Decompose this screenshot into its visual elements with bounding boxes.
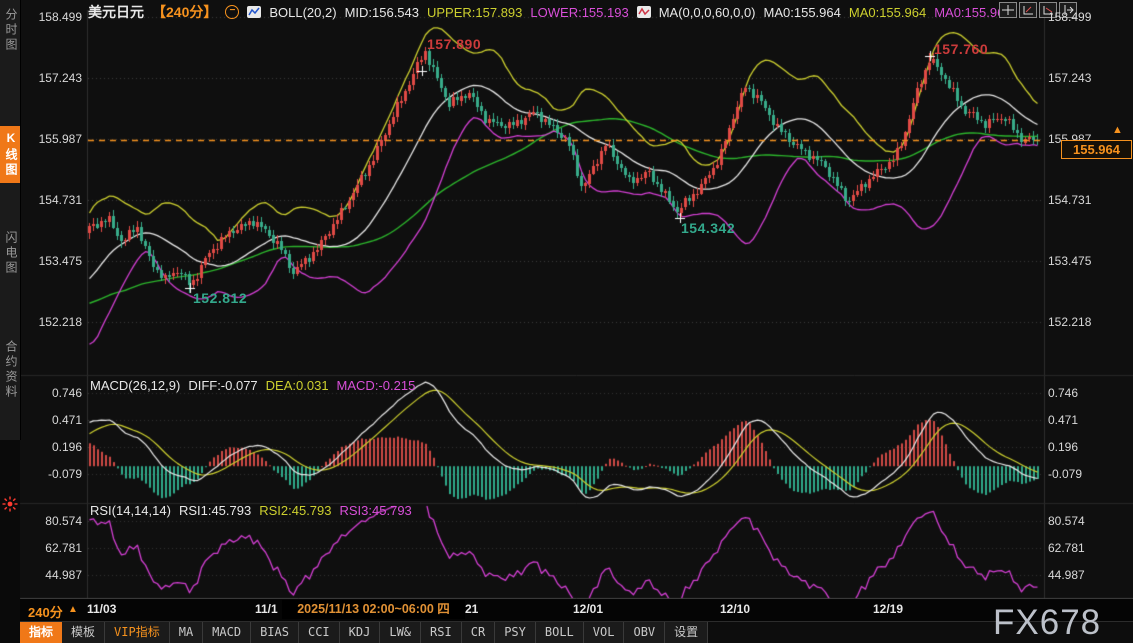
macd-axis-right-label-1: 0.471 (1048, 412, 1108, 428)
rsi-axis-right-label-2: 44.987 (1048, 567, 1108, 583)
candle-time-tooltip: 2025/11/13 02:00~06:00 四 (282, 600, 465, 619)
rsi3-value: RSI3:45.793 (340, 503, 412, 518)
macd-axis-left-label-3: -0.079 (26, 466, 82, 482)
candlestick-chart[interactable] (0, 0, 1133, 643)
toolbar-item-MACD[interactable]: MACD (203, 622, 251, 643)
annotation-low-2: 154.342 (681, 220, 735, 236)
annotation-low-1: 152.812 (193, 290, 247, 306)
toolbar-item-CR[interactable]: CR (462, 622, 495, 643)
rsi-axis-right-label-0: 80.574 (1048, 513, 1108, 529)
collapse-icon[interactable]: − (225, 5, 239, 19)
macd-axis-right-label-3: -0.079 (1048, 466, 1108, 482)
xaxis-label-5: 12/19 (873, 602, 903, 616)
ma0-value-1: MA0:155.964 (764, 5, 841, 20)
sidebar-tab-2[interactable]: K线图 (0, 126, 20, 183)
macd-axis-left-label-2: 0.196 (26, 439, 82, 455)
main-axis-left-label-2: 155.987 (26, 131, 82, 147)
period-label[interactable]: 240分 (28, 602, 63, 621)
toolbar-item-模板[interactable]: 模板 (62, 622, 105, 643)
xaxis-label-1: 11/1 (255, 602, 278, 616)
rsi-legend: RSI(14,14,14) RSI1:45.793 RSI2:45.793 RS… (90, 503, 412, 518)
rsi-axis-right-label-1: 62.781 (1048, 540, 1108, 556)
toolbar-item-设置[interactable]: 设置 (665, 622, 708, 643)
ma-chart-icon[interactable] (637, 6, 651, 18)
rsi-axis-left-label-2: 44.987 (26, 567, 82, 583)
toolbar-item-BOLL[interactable]: BOLL (536, 622, 584, 643)
main-axis-left-label-5: 152.218 (26, 314, 82, 330)
ma-label: MA(0,0,0,60,0,0) (659, 5, 756, 20)
macd-title: MACD(26,12,9) (90, 378, 180, 393)
sidebar-tab-3[interactable]: 闪电图 (0, 231, 20, 276)
zoom-axis-left-icon[interactable] (1019, 2, 1037, 18)
fx678-watermark: FX678 (993, 603, 1101, 643)
xaxis-label-0: 11/03 (87, 602, 116, 616)
current-price-box: 155.964 (1061, 140, 1132, 159)
indicator-toolbar: 指标模板VIP指标MAMACDBIASCCIKDJLW&RSICRPSYBOLL… (20, 621, 1133, 643)
macd-dea-value: DEA:0.031 (266, 378, 329, 393)
xaxis-label-4: 12/10 (720, 602, 750, 616)
toolbar-item-KDJ[interactable]: KDJ (340, 622, 381, 643)
macd-value: MACD:-0.215 (337, 378, 416, 393)
macd-axis-left-label-0: 0.746 (26, 385, 82, 401)
main-axis-right-label-4: 153.475 (1048, 253, 1108, 269)
main-axis-left-label-3: 154.731 (26, 192, 82, 208)
annotation-high-2: 157.760 (934, 41, 988, 57)
main-axis-right-label-0: 158.499 (1048, 9, 1108, 25)
rsi-title: RSI(14,14,14) (90, 503, 171, 518)
main-axis-right-label-5: 152.218 (1048, 314, 1108, 330)
toolbar-item-指标[interactable]: 指标 (20, 622, 62, 643)
rsi2-value: RSI2:45.793 (259, 503, 331, 518)
alert-flash-icon[interactable] (2, 496, 18, 512)
boll-label: BOLL(20,2) (269, 5, 336, 20)
toolbar-item-OBV[interactable]: OBV (624, 622, 665, 643)
sidebar-tab-4[interactable]: 合约资料 (0, 340, 20, 400)
main-axis-right-label-3: 154.731 (1048, 192, 1108, 208)
boll-upper-value: UPPER:157.893 (427, 5, 522, 20)
rsi1-value: RSI1:45.793 (179, 503, 251, 518)
toolbar-item-VOL[interactable]: VOL (584, 622, 625, 643)
macd-diff-value: DIFF:-0.077 (188, 378, 257, 393)
period-up-arrow-icon[interactable]: ▲ (68, 604, 78, 615)
symbol-name: 美元日元 (88, 2, 144, 22)
toolbar-item-LW&[interactable]: LW& (380, 622, 421, 643)
timeframe-label[interactable]: 【240分】 (152, 2, 217, 22)
ma0-value-2: MA0:155.964 (849, 5, 926, 20)
indicator-toolbar-items: 指标模板VIP指标MAMACDBIASCCIKDJLW&RSICRPSYBOLL… (20, 622, 708, 643)
main-axis-right-label-1: 157.243 (1048, 70, 1108, 86)
boll-chart-icon[interactable] (247, 6, 261, 18)
rsi-axis-left-label-0: 80.574 (26, 513, 82, 529)
crosshair-move-icon[interactable] (999, 2, 1017, 18)
macd-axis-right-label-0: 0.746 (1048, 385, 1108, 401)
toolbar-item-RSI[interactable]: RSI (421, 622, 462, 643)
toolbar-item-MA[interactable]: MA (170, 622, 203, 643)
trading-app-window: 分时图 K线图闪电图合约资料 美元日元 【240分】 − BOLL(20,2) M… (0, 0, 1133, 643)
sidebar-tab-1[interactable]: 分时图 (0, 8, 20, 53)
rsi-axis-left-label-1: 62.781 (26, 540, 82, 556)
main-axis-left-label-1: 157.243 (26, 70, 82, 86)
boll-mid-value: MID:156.543 (345, 5, 419, 20)
left-sidebar: 分时图 K线图闪电图合约资料 (0, 0, 20, 643)
macd-legend: MACD(26,12,9) DIFF:-0.077 DEA:0.031 MACD… (90, 378, 415, 393)
main-axis-left-label-4: 153.475 (26, 253, 82, 269)
boll-lower-value: LOWER:155.193 (530, 5, 628, 20)
price-up-arrow-icon[interactable]: ▲ (1112, 124, 1123, 136)
toolbar-item-CCI[interactable]: CCI (299, 622, 340, 643)
toolbar-item-BIAS[interactable]: BIAS (251, 622, 299, 643)
xaxis-label-2: 21 (465, 602, 478, 616)
macd-axis-left-label-1: 0.471 (26, 412, 82, 428)
toolbar-item-PSY[interactable]: PSY (495, 622, 536, 643)
main-axis-left-label-0: 158.499 (26, 9, 82, 25)
toolbar-item-VIP指标[interactable]: VIP指标 (105, 622, 170, 643)
xaxis-label-3: 12/01 (573, 602, 603, 616)
macd-axis-right-label-2: 0.196 (1048, 439, 1108, 455)
main-legend: 美元日元 【240分】 − BOLL(20,2) MID:156.543 UPP… (88, 2, 1012, 22)
annotation-high-1: 157.890 (427, 36, 481, 52)
